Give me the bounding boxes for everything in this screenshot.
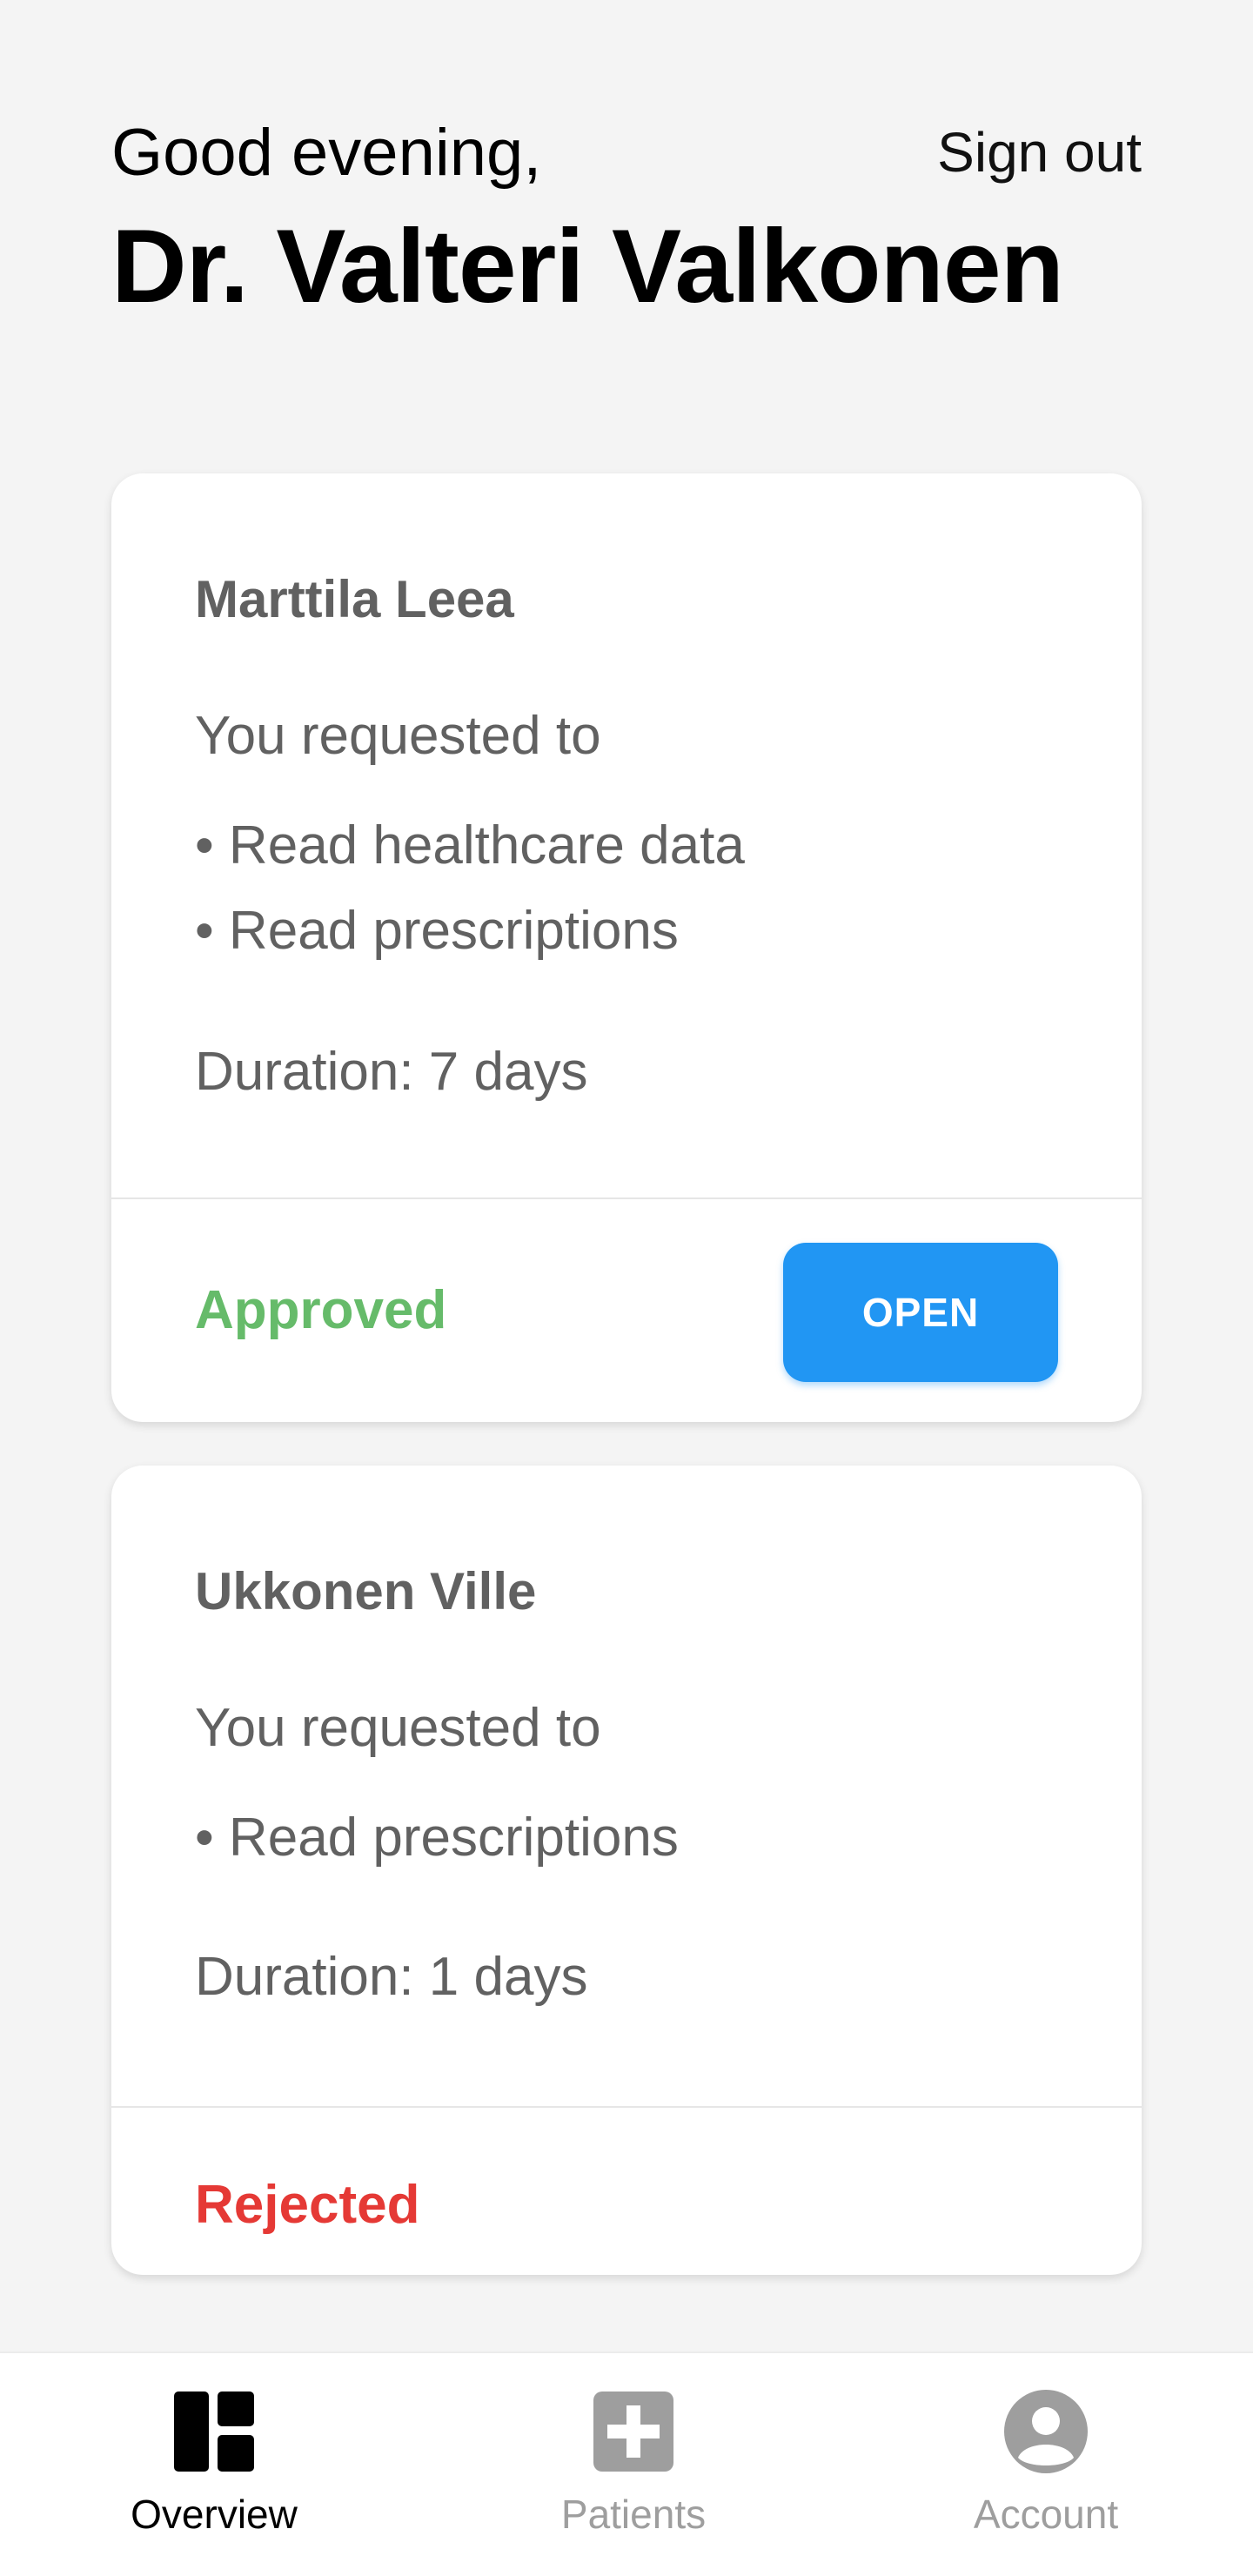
medical-cross-icon bbox=[593, 2392, 673, 2472]
permission-item: • Read prescriptions bbox=[195, 901, 679, 961]
status-rejected: Rejected bbox=[195, 2175, 420, 2235]
request-intro: You requested to bbox=[195, 1698, 601, 1758]
doctor-name: Dr. Valteri Valkonen bbox=[111, 208, 1064, 325]
nav-label: Patients bbox=[560, 2492, 707, 2537]
request-duration: Duration: 7 days bbox=[195, 1042, 588, 1102]
card-divider bbox=[111, 1197, 1142, 1199]
patient-name: Ukkonen Ville bbox=[195, 1562, 537, 1620]
account-circle-icon bbox=[1004, 2390, 1088, 2473]
header: Good evening, Dr. Valteri Valkonen Sign … bbox=[111, 120, 1142, 319]
patient-name: Marttila Leea bbox=[195, 570, 514, 628]
nav-item-overview[interactable]: Overview bbox=[84, 2388, 345, 2538]
permission-item: • Read prescriptions bbox=[195, 1808, 679, 1868]
request-duration: Duration: 1 days bbox=[195, 1947, 588, 2007]
request-card: Ukkonen Ville You requested to • Read pr… bbox=[111, 1466, 1142, 2275]
card-divider bbox=[111, 2106, 1142, 2108]
nav-item-patients[interactable]: Patients bbox=[503, 2388, 764, 2538]
sign-out-button[interactable]: Sign out bbox=[937, 120, 1142, 184]
request-card: Marttila Leea You requested to • Read he… bbox=[111, 473, 1142, 1422]
permission-item: • Read healthcare data bbox=[195, 815, 745, 875]
request-intro: You requested to bbox=[195, 706, 601, 766]
nav-label: Overview bbox=[131, 2492, 298, 2537]
bottom-navigation: Overview Patients Account bbox=[0, 2351, 1253, 2576]
status-approved: Approved bbox=[195, 1280, 447, 1340]
nav-item-account[interactable]: Account bbox=[915, 2388, 1176, 2538]
dashboard-icon bbox=[174, 2392, 254, 2472]
nav-label: Account bbox=[973, 2492, 1119, 2537]
open-button[interactable]: OPEN bbox=[783, 1243, 1058, 1382]
